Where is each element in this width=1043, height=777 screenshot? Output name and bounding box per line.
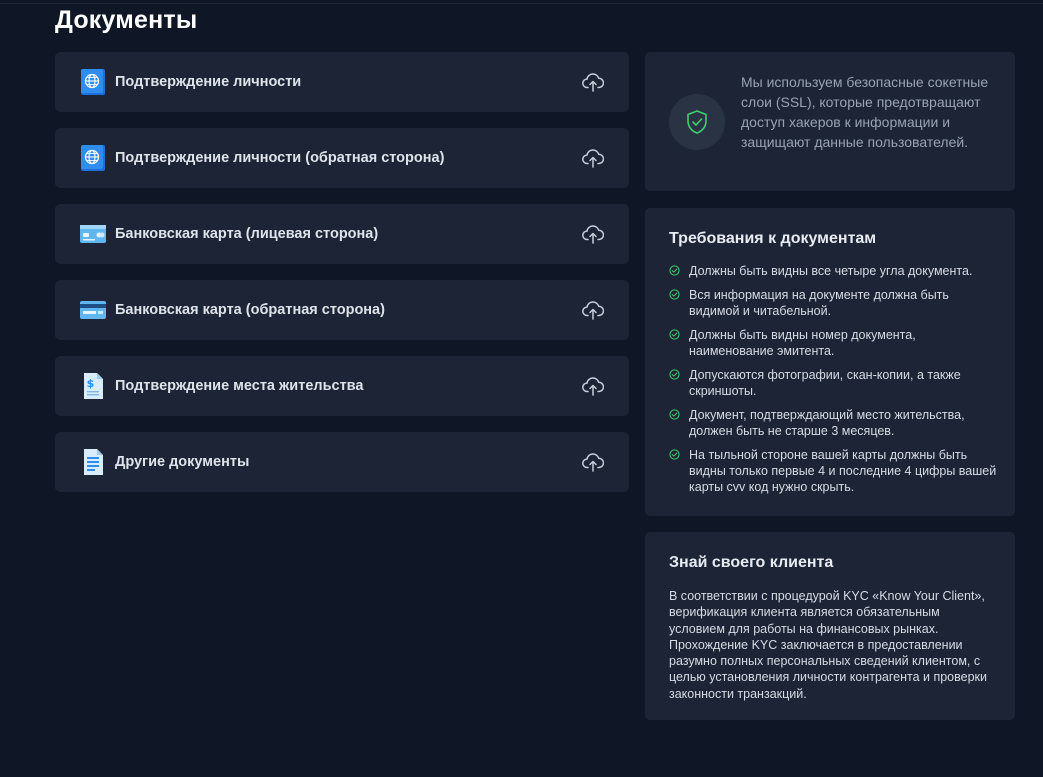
kyc-info-card: Знай своего клиента В соответствии с про…	[645, 532, 1015, 720]
requirements-card: Требования к документам Должны быть видн…	[645, 208, 1015, 516]
check-circle-icon	[669, 265, 680, 276]
shield-check-icon	[669, 94, 725, 150]
requirement-text: Вся информация на документе должна быть …	[689, 288, 949, 318]
check-circle-icon	[669, 369, 680, 380]
kyc-title: Знай своего клиента	[669, 554, 834, 571]
card-front-icon	[80, 221, 106, 247]
document-icon	[80, 449, 106, 475]
cloud-upload-icon[interactable]	[581, 70, 605, 94]
dollar-document-icon: $	[80, 373, 106, 399]
list-item: Должны быть видны все четыре угла докуме…	[669, 263, 999, 279]
requirement-text: Документ, подтверждающий место жительств…	[689, 408, 965, 438]
requirement-text: Должны быть видны номер документа, наиме…	[689, 328, 916, 358]
ssl-info-card: Мы используем безопасные сокетные слои (…	[645, 52, 1015, 191]
requirements-list: Должны быть видны все четыре угла докуме…	[669, 263, 999, 503]
globe-icon	[80, 69, 106, 95]
list-item: Должны быть видны номер документа, наиме…	[669, 327, 999, 359]
top-divider	[0, 3, 1043, 4]
check-circle-icon	[669, 409, 680, 420]
globe-icon	[80, 145, 106, 171]
document-label: Банковская карта (обратная сторона)	[115, 302, 385, 318]
requirement-text: Допускаются фотографии, скан-копии, а та…	[689, 368, 961, 398]
list-item: Вся информация на документе должна быть …	[669, 287, 999, 319]
list-item: На тыльной стороне вашей карты должны бы…	[669, 447, 999, 495]
cloud-upload-icon[interactable]	[581, 146, 605, 170]
check-circle-icon	[669, 449, 680, 460]
document-label: Подтверждение личности	[115, 74, 302, 90]
kyc-description: В соответствии с процедурой KYC «Know Yo…	[669, 589, 987, 701]
upload-identity-document[interactable]: Подтверждение личности	[55, 52, 629, 112]
upload-identity-back-document[interactable]: Подтверждение личности (обратная сторона…	[55, 128, 629, 188]
document-label: Подтверждение места жительства	[115, 378, 364, 394]
cloud-upload-icon[interactable]	[581, 450, 605, 474]
svg-text:$: $	[87, 377, 95, 390]
list-item: Допускаются фотографии, скан-копии, а та…	[669, 367, 999, 399]
card-back-icon	[80, 297, 106, 323]
cloud-upload-icon[interactable]	[581, 374, 605, 398]
document-label: Подтверждение личности (обратная сторона…	[115, 150, 445, 166]
document-label: Другие документы	[115, 454, 250, 470]
ssl-description: Мы используем безопасные сокетные слои (…	[741, 74, 989, 150]
requirement-text: На тыльной стороне вашей карты должны бы…	[689, 448, 997, 494]
check-circle-icon	[669, 329, 680, 340]
list-item: Документ, подтверждающий место жительств…	[669, 407, 999, 439]
check-circle-icon	[669, 289, 680, 300]
requirement-text: Должны быть видны все четыре угла докуме…	[689, 264, 973, 278]
upload-bank-card-back[interactable]: Банковская карта (обратная сторона)	[55, 280, 629, 340]
upload-other-documents[interactable]: Другие документы	[55, 432, 629, 492]
requirements-title: Требования к документам	[669, 230, 877, 247]
document-label: Банковская карта (лицевая сторона)	[115, 226, 379, 242]
cloud-upload-icon[interactable]	[581, 222, 605, 246]
upload-bank-card-front[interactable]: Банковская карта (лицевая сторона)	[55, 204, 629, 264]
page-title: Документы	[55, 6, 198, 34]
cloud-upload-icon[interactable]	[581, 298, 605, 322]
upload-proof-of-address[interactable]: $ Подтверждение места жительства	[55, 356, 629, 416]
document-list: Подтверждение личности Подтверждение лич…	[55, 52, 629, 508]
